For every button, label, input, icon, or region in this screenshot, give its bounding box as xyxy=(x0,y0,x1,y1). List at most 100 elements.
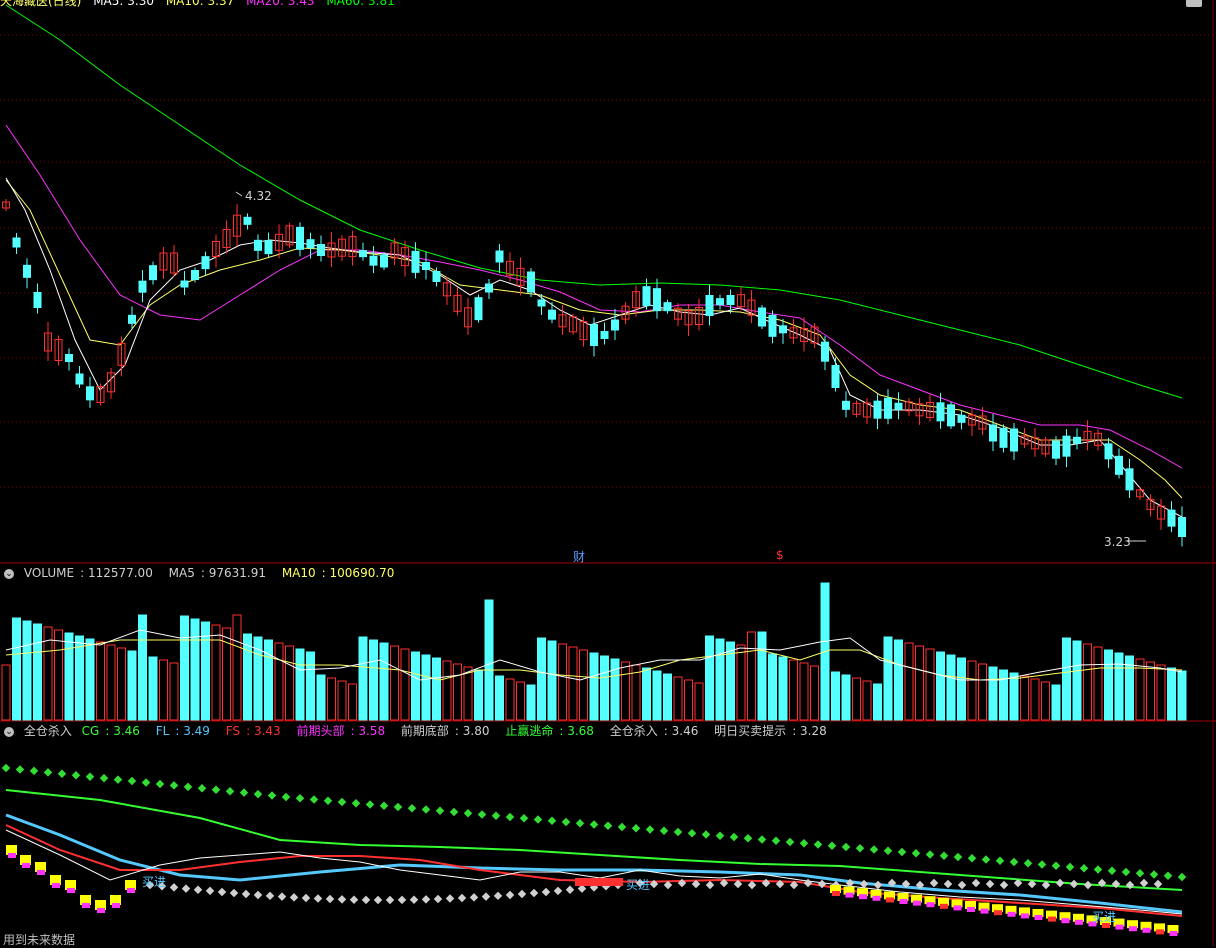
volume-bar xyxy=(1009,672,1019,721)
volume-bar xyxy=(621,661,630,721)
take-profit-dot xyxy=(57,769,67,779)
stock-title: 天海藏医(日线) xyxy=(0,0,82,8)
take-profit-dot xyxy=(505,812,515,822)
bottom-dot xyxy=(241,889,251,899)
volume-bar xyxy=(1072,640,1082,721)
take-profit-dot xyxy=(1051,861,1061,870)
take-profit-dot xyxy=(939,851,949,860)
bottom-dot xyxy=(943,879,953,889)
finance-marker[interactable]: 财 xyxy=(573,548,585,565)
take-profit-dot xyxy=(155,779,165,789)
take-profit-dot xyxy=(561,817,571,827)
candle-body xyxy=(65,354,73,362)
bottom-dot xyxy=(705,880,715,890)
ma5-readout: MA5: 3.30 xyxy=(93,0,154,8)
volume-bar xyxy=(169,662,179,721)
signal-block xyxy=(575,878,623,886)
chevron-down-icon[interactable]: ⌄ xyxy=(4,568,14,579)
volume-bar xyxy=(22,620,32,721)
volume-bar xyxy=(978,663,987,721)
take-profit-dot xyxy=(351,799,361,808)
take-profit-dot xyxy=(239,788,249,797)
bottom-dot xyxy=(929,878,939,888)
volume-bar xyxy=(96,641,105,721)
candle-body xyxy=(138,280,147,293)
take-profit-dot xyxy=(897,847,907,857)
candle-body xyxy=(254,239,262,251)
volume-bar xyxy=(379,642,389,721)
take-profit-dot xyxy=(141,778,151,787)
volume-bar xyxy=(264,639,273,721)
bottom-dot xyxy=(421,895,431,904)
candle-body xyxy=(873,400,882,419)
main-grid xyxy=(0,34,1213,488)
bottom-dot xyxy=(761,878,771,888)
candle-body xyxy=(1052,440,1060,459)
future-data-warning: 用到未来数据 xyxy=(3,933,76,947)
panel-menu-icon[interactable] xyxy=(1186,0,1202,7)
candle-body xyxy=(726,295,735,305)
take-profit-dot xyxy=(575,819,585,828)
bottom-dot xyxy=(1055,878,1065,888)
take-profit-dot xyxy=(281,792,291,802)
prev-top-value: 3.58 xyxy=(358,724,386,738)
volume-bar xyxy=(337,680,347,721)
tomorrow-hint-value: 3.28 xyxy=(800,724,827,738)
take-profit-dot xyxy=(169,781,179,790)
candle-body xyxy=(894,402,903,410)
take-profit-dot xyxy=(393,802,403,812)
take-profit-dot xyxy=(1023,859,1033,868)
signal-block xyxy=(845,892,854,898)
volume-bar xyxy=(148,656,158,721)
take-profit-dot xyxy=(491,811,501,820)
bottom-dot xyxy=(999,880,1009,890)
prev-top-label: 前期头部 xyxy=(296,724,345,738)
bottom-dot xyxy=(445,894,455,903)
signal-block xyxy=(953,905,962,911)
take-profit-dot xyxy=(785,837,795,847)
volume-bar xyxy=(694,682,704,721)
bottom-dot xyxy=(193,885,203,894)
take-profit-dot xyxy=(197,784,207,793)
take-profit-dot xyxy=(827,841,837,850)
volume-label: VOLUME xyxy=(23,566,75,580)
fl-label: FL xyxy=(155,724,170,738)
candle-body xyxy=(243,216,252,225)
candle-body xyxy=(821,341,829,362)
take-profit-dot xyxy=(1177,872,1187,882)
take-profit-dot xyxy=(1,763,11,773)
signal-block xyxy=(940,903,948,909)
volume-bar xyxy=(936,651,945,721)
take-profit-dot xyxy=(113,775,123,784)
take-profit-dot xyxy=(631,824,641,833)
bottom-dot xyxy=(747,880,757,890)
tomorrow-hint-label: 明日买卖提示 xyxy=(714,724,787,738)
bottom-dot xyxy=(553,886,563,896)
volume-bar xyxy=(810,665,819,721)
bottom-dot xyxy=(253,890,263,900)
take-profit-dot xyxy=(981,855,991,864)
candle-body xyxy=(422,262,430,270)
take-profit-dot xyxy=(617,822,627,832)
take-profit-dot xyxy=(659,826,669,835)
volume-ma10-value: 100690.70 xyxy=(329,566,395,580)
volume-bar xyxy=(1,664,11,721)
volume-bar xyxy=(127,650,137,721)
buy-signal-2: 买进 xyxy=(626,878,651,892)
signal-block xyxy=(22,863,30,868)
volume-bar xyxy=(526,684,536,721)
take-profit-dot xyxy=(841,842,851,852)
take-profit-dot xyxy=(99,773,109,783)
chevron-down-icon[interactable]: ⌄ xyxy=(4,726,14,737)
volume-bar xyxy=(1156,664,1166,721)
ma20-readout: MA20: 3.43 xyxy=(246,0,315,8)
dividend-marker[interactable]: $ xyxy=(776,548,784,562)
candle-body xyxy=(642,286,651,307)
take-profit-dot xyxy=(225,786,235,796)
volume-bar xyxy=(211,624,221,721)
take-profit-dot xyxy=(1093,865,1103,874)
volume-bar xyxy=(957,657,966,721)
signal-block xyxy=(82,903,90,908)
candle-body xyxy=(317,244,325,256)
volume-bar xyxy=(736,644,746,721)
